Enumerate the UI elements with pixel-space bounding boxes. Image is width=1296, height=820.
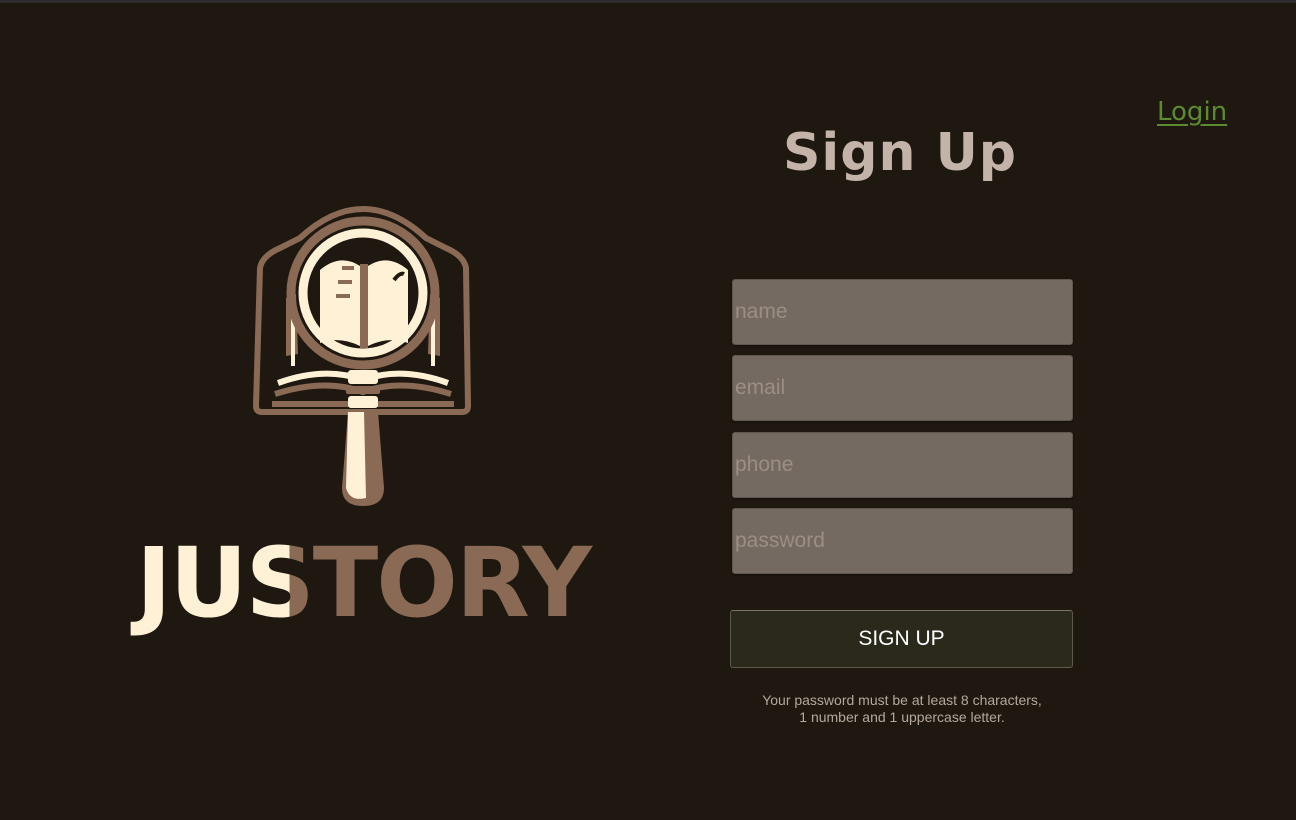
page-title: Sign Up	[782, 123, 1018, 183]
signup-page: JUSTORY Login Sign Up SIGN UP Your passw…	[0, 0, 1296, 820]
email-field[interactable]	[732, 355, 1073, 421]
login-link[interactable]: Login	[1157, 97, 1227, 127]
password-field[interactable]	[732, 508, 1073, 574]
phone-field[interactable]	[732, 432, 1073, 498]
sign-up-button[interactable]: SIGN UP	[730, 610, 1073, 668]
password-hint: Your password must be at least 8 charact…	[702, 692, 1102, 726]
brand-logo: JUSTORY	[110, 198, 610, 648]
password-hint-line: Your password must be at least 8 charact…	[762, 692, 1042, 708]
name-field[interactable]	[732, 279, 1073, 345]
brand-name: JUSTORY	[118, 528, 608, 638]
password-hint-line: 1 number and 1 uppercase letter.	[799, 709, 1005, 725]
